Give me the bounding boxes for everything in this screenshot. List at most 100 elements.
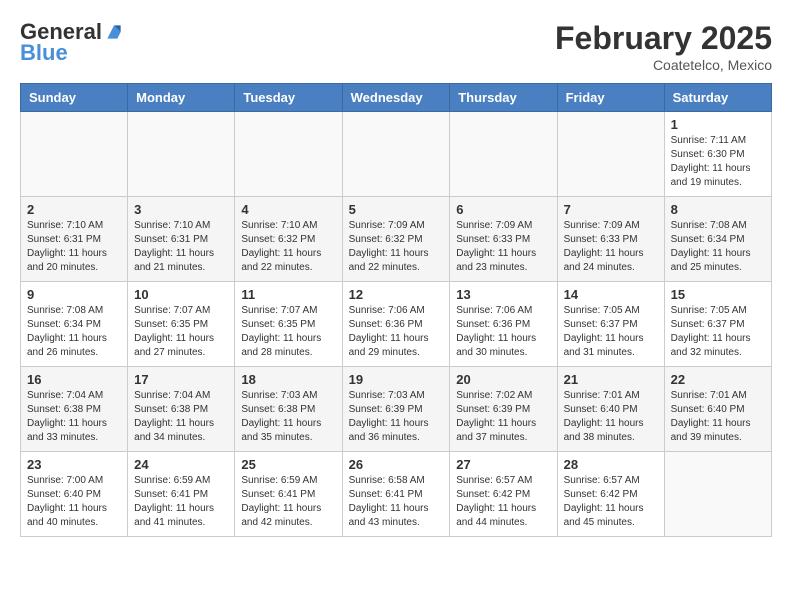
calendar-header-wednesday: Wednesday (342, 84, 450, 112)
day-number: 22 (671, 372, 765, 387)
calendar-cell: 3 Sunrise: 7:10 AM Sunset: 6:31 PM Daylig… (128, 197, 235, 282)
calendar-cell: 2 Sunrise: 7:10 AM Sunset: 6:31 PM Daylig… (21, 197, 128, 282)
day-number: 3 (134, 202, 228, 217)
calendar-cell: 26 Sunrise: 6:58 AM Sunset: 6:41 PM Dayli… (342, 452, 450, 537)
day-info: Sunrise: 7:02 AM Sunset: 6:39 PM Dayligh… (456, 389, 550, 445)
day-info: Sunrise: 7:01 AM Sunset: 6:40 PM Dayligh… (671, 389, 765, 445)
day-number: 21 (564, 372, 658, 387)
calendar-cell: 11 Sunrise: 7:07 AM Sunset: 6:35 PM Dayli… (235, 282, 342, 367)
calendar-header-thursday: Thursday (450, 84, 557, 112)
calendar-header-tuesday: Tuesday (235, 84, 342, 112)
calendar-header-sunday: Sunday (21, 84, 128, 112)
day-number: 9 (27, 287, 121, 302)
calendar-cell: 12 Sunrise: 7:06 AM Sunset: 6:36 PM Dayli… (342, 282, 450, 367)
calendar-week-row: 16 Sunrise: 7:04 AM Sunset: 6:38 PM Dayli… (21, 367, 772, 452)
location: Coatetelco, Mexico (555, 57, 772, 73)
day-info: Sunrise: 7:06 AM Sunset: 6:36 PM Dayligh… (349, 304, 444, 360)
day-number: 26 (349, 457, 444, 472)
day-info: Sunrise: 7:06 AM Sunset: 6:36 PM Dayligh… (456, 304, 550, 360)
calendar-header-saturday: Saturday (664, 84, 771, 112)
calendar-cell: 22 Sunrise: 7:01 AM Sunset: 6:40 PM Dayli… (664, 367, 771, 452)
day-info: Sunrise: 6:58 AM Sunset: 6:41 PM Dayligh… (349, 474, 444, 530)
day-info: Sunrise: 7:09 AM Sunset: 6:33 PM Dayligh… (456, 219, 550, 275)
day-info: Sunrise: 7:10 AM Sunset: 6:32 PM Dayligh… (241, 219, 335, 275)
day-info: Sunrise: 7:10 AM Sunset: 6:31 PM Dayligh… (134, 219, 228, 275)
calendar-cell: 4 Sunrise: 7:10 AM Sunset: 6:32 PM Daylig… (235, 197, 342, 282)
calendar-cell (235, 112, 342, 197)
month-title: February 2025 (555, 20, 772, 57)
day-number: 25 (241, 457, 335, 472)
day-number: 13 (456, 287, 550, 302)
calendar-header-monday: Monday (128, 84, 235, 112)
day-info: Sunrise: 7:08 AM Sunset: 6:34 PM Dayligh… (27, 304, 121, 360)
calendar-cell: 9 Sunrise: 7:08 AM Sunset: 6:34 PM Daylig… (21, 282, 128, 367)
day-number: 2 (27, 202, 121, 217)
day-info: Sunrise: 7:03 AM Sunset: 6:38 PM Dayligh… (241, 389, 335, 445)
day-info: Sunrise: 6:59 AM Sunset: 6:41 PM Dayligh… (241, 474, 335, 530)
calendar-cell: 10Sunrise: 7:07 AM Sunset: 6:35 PM Dayli… (128, 282, 235, 367)
calendar-cell (557, 112, 664, 197)
day-info: Sunrise: 6:57 AM Sunset: 6:42 PM Dayligh… (564, 474, 658, 530)
day-number: 18 (241, 372, 335, 387)
calendar-cell: 27 Sunrise: 6:57 AM Sunset: 6:42 PM Dayli… (450, 452, 557, 537)
page-header: General Blue February 2025 Coatetelco, M… (20, 20, 772, 73)
day-number: 15 (671, 287, 765, 302)
logo-icon (104, 22, 124, 42)
logo: General Blue (20, 20, 124, 66)
day-info: Sunrise: 7:04 AM Sunset: 6:38 PM Dayligh… (134, 389, 228, 445)
calendar-cell: 23 Sunrise: 7:00 AM Sunset: 6:40 PM Dayli… (21, 452, 128, 537)
calendar-cell (342, 112, 450, 197)
calendar-cell: 13 Sunrise: 7:06 AM Sunset: 6:36 PM Dayli… (450, 282, 557, 367)
day-number: 10 (134, 287, 228, 302)
title-area: February 2025 Coatetelco, Mexico (555, 20, 772, 73)
day-number: 6 (456, 202, 550, 217)
calendar-cell: 18 Sunrise: 7:03 AM Sunset: 6:38 PM Dayli… (235, 367, 342, 452)
day-number: 4 (241, 202, 335, 217)
day-number: 16 (27, 372, 121, 387)
day-info: Sunrise: 7:01 AM Sunset: 6:40 PM Dayligh… (564, 389, 658, 445)
calendar-header-row: SundayMondayTuesdayWednesdayThursdayFrid… (21, 84, 772, 112)
day-number: 24 (134, 457, 228, 472)
day-info: Sunrise: 7:03 AM Sunset: 6:39 PM Dayligh… (349, 389, 444, 445)
calendar-cell: 25 Sunrise: 6:59 AM Sunset: 6:41 PM Dayli… (235, 452, 342, 537)
calendar-cell: 8 Sunrise: 7:08 AM Sunset: 6:34 PM Daylig… (664, 197, 771, 282)
day-number: 20 (456, 372, 550, 387)
day-number: 8 (671, 202, 765, 217)
day-number: 11 (241, 287, 335, 302)
calendar-cell: 21 Sunrise: 7:01 AM Sunset: 6:40 PM Dayli… (557, 367, 664, 452)
day-number: 7 (564, 202, 658, 217)
day-info: Sunrise: 6:59 AM Sunset: 6:41 PM Dayligh… (134, 474, 228, 530)
calendar-table: SundayMondayTuesdayWednesdayThursdayFrid… (20, 83, 772, 537)
calendar-cell: 1 Sunrise: 7:11 AM Sunset: 6:30 PM Daylig… (664, 112, 771, 197)
day-info: Sunrise: 7:05 AM Sunset: 6:37 PM Dayligh… (671, 304, 765, 360)
calendar-cell: 17 Sunrise: 7:04 AM Sunset: 6:38 PM Dayli… (128, 367, 235, 452)
day-number: 23 (27, 457, 121, 472)
day-info: Sunrise: 7:09 AM Sunset: 6:32 PM Dayligh… (349, 219, 444, 275)
day-number: 17 (134, 372, 228, 387)
calendar-cell: 24 Sunrise: 6:59 AM Sunset: 6:41 PM Dayli… (128, 452, 235, 537)
day-number: 5 (349, 202, 444, 217)
day-info: Sunrise: 7:08 AM Sunset: 6:34 PM Dayligh… (671, 219, 765, 275)
day-info: Sunrise: 7:09 AM Sunset: 6:33 PM Dayligh… (564, 219, 658, 275)
calendar-cell (128, 112, 235, 197)
calendar-cell: 28Sunrise: 6:57 AM Sunset: 6:42 PM Dayli… (557, 452, 664, 537)
day-info: Sunrise: 7:11 AM Sunset: 6:30 PM Dayligh… (671, 134, 765, 190)
day-info: Sunrise: 7:05 AM Sunset: 6:37 PM Dayligh… (564, 304, 658, 360)
day-number: 12 (349, 287, 444, 302)
calendar-week-row: 23 Sunrise: 7:00 AM Sunset: 6:40 PM Dayli… (21, 452, 772, 537)
day-number: 27 (456, 457, 550, 472)
calendar-header-friday: Friday (557, 84, 664, 112)
day-info: Sunrise: 7:00 AM Sunset: 6:40 PM Dayligh… (27, 474, 121, 530)
day-info: Sunrise: 7:04 AM Sunset: 6:38 PM Dayligh… (27, 389, 121, 445)
calendar-cell: 14 Sunrise: 7:05 AM Sunset: 6:37 PM Dayli… (557, 282, 664, 367)
day-number: 1 (671, 117, 765, 132)
calendar-cell: 19Sunrise: 7:03 AM Sunset: 6:39 PM Dayli… (342, 367, 450, 452)
day-info: Sunrise: 7:07 AM Sunset: 6:35 PM Dayligh… (241, 304, 335, 360)
day-info: Sunrise: 6:57 AM Sunset: 6:42 PM Dayligh… (456, 474, 550, 530)
calendar-week-row: 9 Sunrise: 7:08 AM Sunset: 6:34 PM Daylig… (21, 282, 772, 367)
day-number: 14 (564, 287, 658, 302)
calendar-cell: 7 Sunrise: 7:09 AM Sunset: 6:33 PM Daylig… (557, 197, 664, 282)
calendar-cell: 16 Sunrise: 7:04 AM Sunset: 6:38 PM Dayli… (21, 367, 128, 452)
day-info: Sunrise: 7:10 AM Sunset: 6:31 PM Dayligh… (27, 219, 121, 275)
calendar-cell: 6 Sunrise: 7:09 AM Sunset: 6:33 PM Daylig… (450, 197, 557, 282)
